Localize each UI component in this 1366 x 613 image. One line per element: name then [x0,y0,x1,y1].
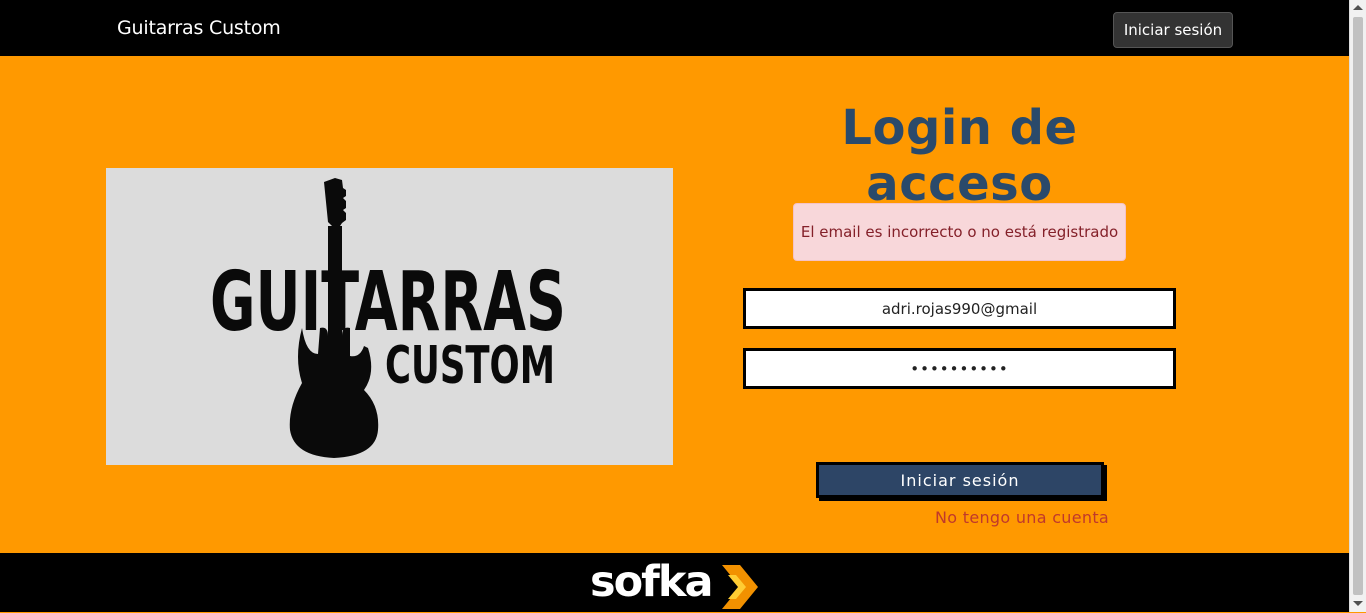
no-account-link[interactable]: No tengo una cuenta [935,508,1109,527]
scroll-down-icon[interactable] [1353,601,1363,606]
login-section: GUITARRAS CUSTOM Login de acceso El emai… [0,56,1349,553]
page-scrollbar[interactable] [1349,0,1366,612]
navbar-login-button[interactable]: Iniciar sesión [1113,12,1233,48]
guitarras-custom-logo: GUITARRAS CUSTOM [106,168,673,465]
top-navbar: Guitarras Custom Iniciar sesión [0,0,1349,56]
email-field[interactable] [743,288,1176,329]
password-field[interactable] [743,348,1176,389]
submit-login-button[interactable]: Iniciar sesión [816,462,1104,498]
scroll-up-icon[interactable] [1353,5,1363,10]
navbar-brand[interactable]: Guitarras Custom [117,17,281,39]
guitar-logo-image: GUITARRAS CUSTOM [210,178,566,458]
logo-text-custom: CUSTOM [385,336,555,396]
error-alert: El email es incorrecto o no está registr… [793,203,1126,261]
page-title: Login de acceso [841,100,1078,212]
sofka-arrow-icon [722,565,758,609]
footer: sofka [0,553,1349,612]
scroll-thumb[interactable] [1353,17,1363,595]
sofka-logo-text: sofka [590,557,713,607]
